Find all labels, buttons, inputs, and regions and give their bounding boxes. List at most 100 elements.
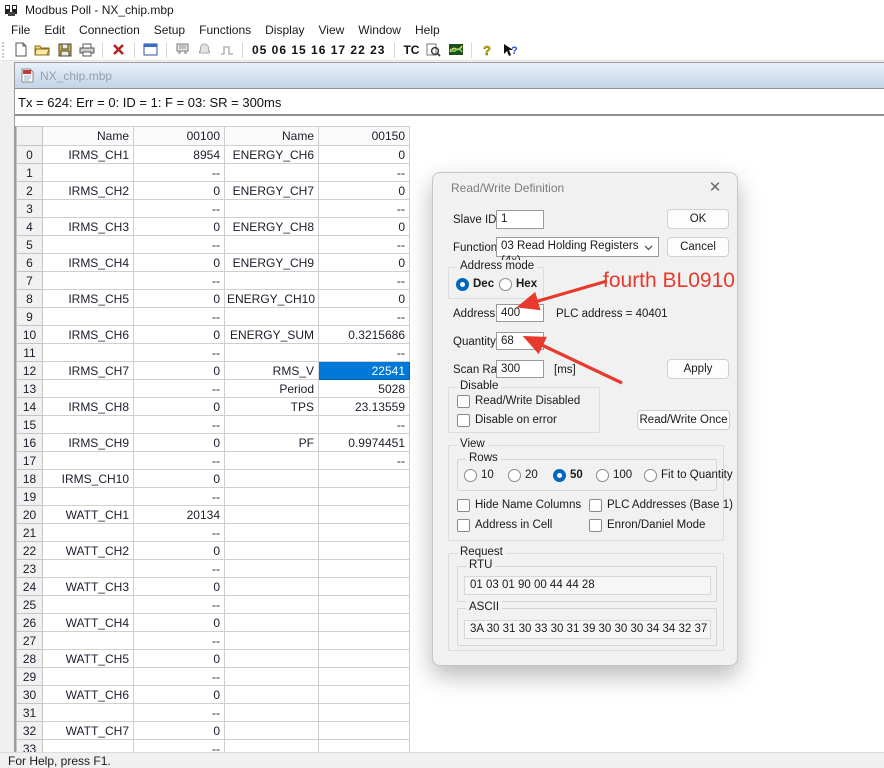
grid-cell[interactable] [225, 542, 319, 560]
row-number[interactable]: 16 [17, 434, 43, 452]
grid-cell[interactable]: 0 [134, 326, 225, 344]
grid-cell[interactable]: WATT_CH5 [43, 650, 134, 668]
grid-cell[interactable]: 0 [134, 362, 225, 380]
slave-id-field[interactable]: 1 [496, 210, 544, 229]
grid-cell[interactable]: 0 [319, 146, 410, 164]
grid-cell[interactable]: -- [134, 632, 225, 650]
find-button[interactable] [424, 41, 443, 59]
grid-cell[interactable]: ENERGY_CH8 [225, 218, 319, 236]
grid-cell[interactable]: 0 [134, 398, 225, 416]
row-number[interactable]: 29 [17, 668, 43, 686]
grid-cell[interactable] [225, 236, 319, 254]
grid-cell[interactable]: -- [134, 344, 225, 362]
menu-connection[interactable]: Connection [72, 22, 147, 38]
radio-rows-50[interactable] [553, 469, 566, 482]
row-number[interactable]: 2 [17, 182, 43, 200]
grid-cell[interactable]: IRMS_CH6 [43, 326, 134, 344]
grid-cell[interactable]: -- [134, 380, 225, 398]
grid-cell[interactable]: -- [319, 308, 410, 326]
grid-cell[interactable] [319, 506, 410, 524]
close-icon[interactable]: ✕ [705, 179, 725, 197]
new-file-button[interactable] [11, 41, 30, 59]
toolbar-drag-handle[interactable] [2, 42, 6, 58]
grid-cell[interactable] [43, 416, 134, 434]
grid-cell[interactable] [43, 596, 134, 614]
row-number[interactable]: 31 [17, 704, 43, 722]
ok-button[interactable]: OK [667, 209, 729, 229]
grid-cell[interactable]: -- [134, 596, 225, 614]
save-button[interactable] [55, 41, 74, 59]
row-number[interactable]: 26 [17, 614, 43, 632]
row-number[interactable]: 4 [17, 218, 43, 236]
grid-cell[interactable] [43, 308, 134, 326]
grid-cell[interactable] [319, 524, 410, 542]
grid-cell[interactable]: -- [319, 344, 410, 362]
read-write-once-button[interactable]: Read/Write Once [637, 410, 730, 430]
grid-cell[interactable] [225, 668, 319, 686]
grid-cell[interactable]: -- [134, 164, 225, 182]
quantity-field[interactable]: 68 [496, 332, 544, 350]
grid-cell[interactable]: -- [134, 452, 225, 470]
grid-cell[interactable]: 22541 [319, 362, 410, 380]
row-number[interactable]: 13 [17, 380, 43, 398]
grid-header-name1[interactable]: Name [43, 127, 134, 146]
grid-cell[interactable] [225, 596, 319, 614]
grid-cell[interactable]: IRMS_CH5 [43, 290, 134, 308]
row-number[interactable]: 12 [17, 362, 43, 380]
grid-cell[interactable]: 23.13559 [319, 398, 410, 416]
disconnect-button[interactable] [109, 41, 128, 59]
grid-cell[interactable]: 0 [134, 218, 225, 236]
grid-cell[interactable]: 0 [134, 542, 225, 560]
menu-window[interactable]: Window [351, 22, 408, 38]
grid-cell[interactable] [43, 740, 134, 754]
about-button[interactable]: ? [478, 41, 497, 59]
row-number[interactable]: 27 [17, 632, 43, 650]
setup-window-button[interactable] [141, 41, 160, 59]
grid-cell[interactable]: -- [134, 200, 225, 218]
grid-cell[interactable] [319, 740, 410, 754]
scan-rate-field[interactable]: 300 [496, 360, 544, 378]
test-center-button[interactable]: TC [401, 43, 421, 57]
grid-cell[interactable] [319, 668, 410, 686]
grid-cell[interactable]: -- [319, 452, 410, 470]
row-number[interactable]: 3 [17, 200, 43, 218]
grid-cell[interactable] [319, 578, 410, 596]
address-field[interactable]: 400 [496, 304, 544, 322]
grid-cell[interactable] [225, 488, 319, 506]
alarm-button[interactable] [195, 41, 214, 59]
grid-cell[interactable]: -- [134, 740, 225, 754]
grid-header-00100[interactable]: 00100 [134, 127, 225, 146]
grid-cell[interactable]: ENERGY_CH9 [225, 254, 319, 272]
grid-cell[interactable]: TPS [225, 398, 319, 416]
grid-cell[interactable] [225, 506, 319, 524]
grid-cell[interactable] [43, 380, 134, 398]
grid-cell[interactable] [43, 488, 134, 506]
row-number[interactable]: 22 [17, 542, 43, 560]
grid-cell[interactable]: WATT_CH7 [43, 722, 134, 740]
grid-cell[interactable]: IRMS_CH3 [43, 218, 134, 236]
grid-cell[interactable]: 20134 [134, 506, 225, 524]
context-help-button[interactable]: ? [500, 41, 519, 59]
grid-cell[interactable] [319, 560, 410, 578]
grid-cell[interactable] [225, 272, 319, 290]
row-number[interactable]: 23 [17, 560, 43, 578]
checkbox-disable-on-error[interactable] [457, 414, 470, 427]
grid-cell[interactable]: 0 [134, 254, 225, 272]
row-number[interactable]: 32 [17, 722, 43, 740]
grid-cell[interactable]: 5028 [319, 380, 410, 398]
chart-button[interactable] [446, 41, 465, 59]
grid-cell[interactable] [43, 524, 134, 542]
grid-header-00150[interactable]: 00150 [319, 127, 410, 146]
row-number[interactable]: 7 [17, 272, 43, 290]
grid-cell[interactable] [43, 200, 134, 218]
row-number[interactable]: 8 [17, 290, 43, 308]
grid-cell[interactable]: 0 [134, 650, 225, 668]
grid-cell[interactable] [225, 614, 319, 632]
radio-rows-20[interactable] [508, 469, 521, 482]
row-number[interactable]: 24 [17, 578, 43, 596]
grid-cell[interactable] [319, 614, 410, 632]
grid-cell[interactable]: 0 [134, 722, 225, 740]
grid-cell[interactable] [319, 722, 410, 740]
grid-cell[interactable] [225, 452, 319, 470]
menu-view[interactable]: View [312, 22, 352, 38]
